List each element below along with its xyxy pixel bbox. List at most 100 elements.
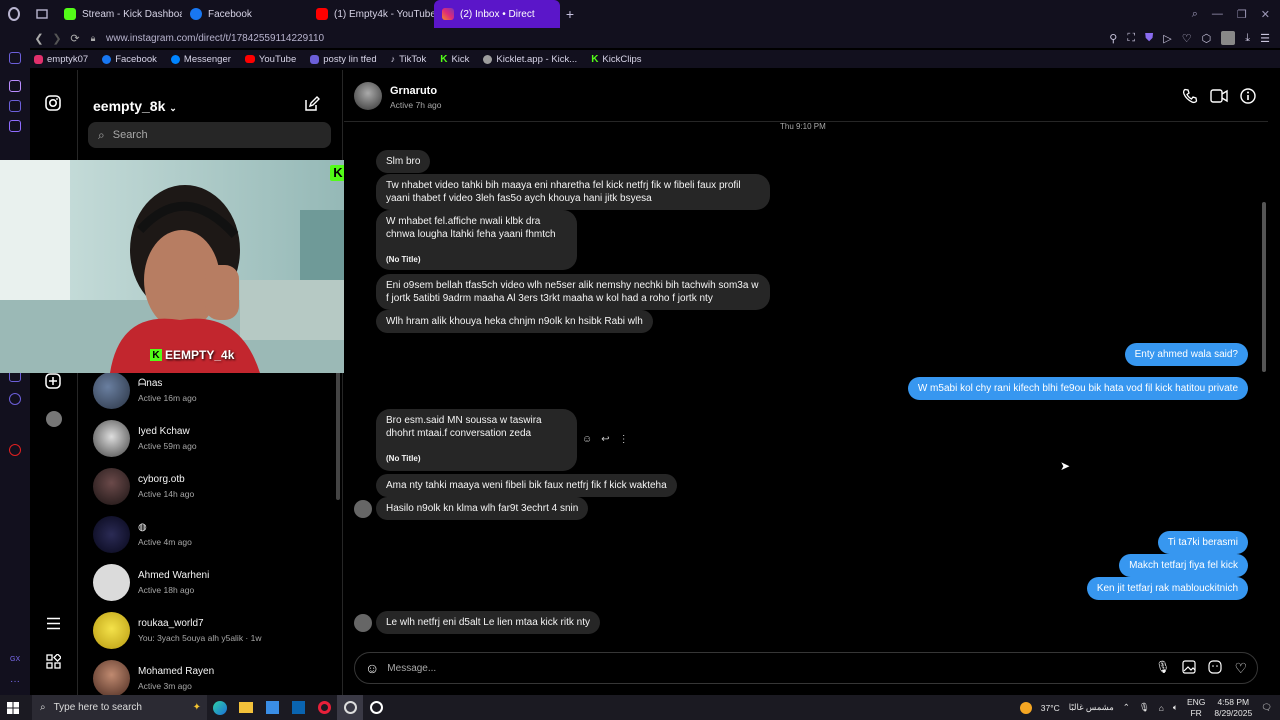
minimize-icon[interactable]: — — [1212, 8, 1223, 21]
bookmark-kicklet[interactable]: Kicklet.app - Kick... — [483, 54, 577, 65]
heart-icon[interactable]: ♡ — [1182, 32, 1192, 45]
weather-temp[interactable]: 37°C — [1041, 703, 1060, 713]
workspace-icon[interactable] — [9, 80, 21, 92]
bookmark-youtube[interactable]: YouTube — [244, 54, 296, 65]
info-icon[interactable] — [1240, 88, 1256, 104]
message-bubble[interactable]: Ama nty tahki maaya weni fibeli bik faux… — [376, 474, 677, 497]
conversation-item[interactable]: roukaa_world7 You: 3yach 5ouya alh y5alik… — [93, 606, 333, 654]
tab-kick-dashboard[interactable]: Stream - Kick Dashboard — [56, 0, 182, 28]
player-icon[interactable]: ▷ — [1163, 32, 1171, 45]
taskbar-search[interactable]: ⌕ Type here to search ✦ — [32, 695, 207, 720]
opera-logo-icon[interactable] — [0, 0, 28, 28]
contact-avatar[interactable] — [354, 82, 382, 110]
tab-youtube[interactable]: (1) Empty4k - YouTube — [308, 0, 434, 28]
clock[interactable]: 4:58 PM 8/29/2025 — [1214, 697, 1252, 719]
aria-icon[interactable] — [9, 52, 21, 64]
sent-message-bubble[interactable]: W m5abi kol chy rani kifech blhi fe9ou b… — [907, 377, 1248, 400]
message-bubble[interactable]: Eni o9sem bellah tfas5ch video wlh ne5se… — [376, 274, 770, 310]
like-heart-icon[interactable]: ♡ — [1234, 660, 1247, 677]
message-composer[interactable]: ☺ Message... 🎙︎ ♡ — [354, 652, 1258, 684]
emoji-icon[interactable]: ☺ — [365, 660, 379, 676]
instagram-logo-icon[interactable] — [45, 95, 61, 111]
bookmark-kickclips[interactable]: K KickClips — [591, 54, 641, 65]
record-icon[interactable] — [9, 444, 21, 456]
easy-setup-icon[interactable]: ☰ — [1260, 32, 1270, 45]
conversation-item[interactable]: Iyed Kchaw Active 59m ago — [93, 414, 333, 462]
download-icon[interactable]: ⤓ — [1245, 32, 1250, 45]
bookmark-messenger[interactable]: Messenger — [170, 54, 231, 65]
conversation-item[interactable]: cyborg.otb Active 14h ago — [93, 462, 333, 510]
sent-message-bubble[interactable]: Ken jit tetfarj rak mablouckitnich — [1086, 577, 1248, 600]
new-message-icon[interactable] — [304, 96, 320, 112]
more-icon[interactable]: ··· — [10, 676, 20, 687]
search-tabs-icon[interactable]: ⌕ — [1192, 8, 1198, 21]
video-call-icon[interactable] — [1210, 88, 1228, 104]
forward-icon[interactable]: ❯ — [48, 32, 66, 45]
new-tab-button[interactable]: + — [560, 6, 580, 22]
sticker-icon[interactable] — [1208, 659, 1223, 674]
profile-avatar-icon[interactable] — [1221, 31, 1236, 45]
more-options-icon[interactable]: ⋮ — [619, 434, 629, 445]
apps-icon[interactable] — [46, 654, 61, 669]
windows-start-icon[interactable] — [0, 695, 26, 720]
reload-icon[interactable]: ⟳ — [66, 32, 84, 45]
network-icon[interactable]: ⌂ — [1159, 703, 1164, 713]
tab-instagram-inbox[interactable]: (2) Inbox • Direct — [434, 0, 560, 28]
sent-message-bubble[interactable]: Ti ta7ki berasmi — [1157, 531, 1248, 554]
vpn-shield-icon[interactable]: ⛊ — [1145, 32, 1153, 45]
maximize-icon[interactable]: ❐ — [1237, 8, 1247, 21]
react-emoji-icon[interactable]: ☺ — [582, 434, 592, 445]
message-bubble[interactable]: Tw nhabet video tahki bih maaya eni nhar… — [376, 174, 770, 210]
message-bubble[interactable]: Wlh hram alik khouya heka chnjm n9olk kn… — [376, 310, 653, 333]
bookmark-facebook[interactable]: Facebook — [102, 54, 157, 65]
bookmark-emptyk07[interactable]: emptyk07 — [34, 54, 88, 65]
conversation-item[interactable]: Ahmed Warheni Active 18h ago — [93, 558, 333, 606]
pin-icon[interactable]: ⚲ — [1109, 32, 1117, 45]
volume-icon[interactable]: 🔈︎ — [1173, 702, 1178, 713]
conversation-item[interactable]: ◍ Active 4m ago — [93, 510, 333, 558]
sent-message-bubble[interactable]: Enty ahmed wala said? — [1124, 343, 1248, 366]
menu-icon[interactable] — [46, 617, 61, 630]
thread-scrollbar[interactable] — [1262, 202, 1266, 372]
chevron-up-icon[interactable]: ⌃ — [1123, 702, 1130, 713]
contact-name[interactable]: Grnaruto — [390, 85, 437, 97]
language-indicator[interactable]: ENG FR — [1187, 697, 1205, 719]
back-icon[interactable]: ❮ — [30, 32, 48, 45]
messenger-sidebar-icon[interactable] — [9, 120, 21, 132]
bookmark-kick[interactable]: K Kick — [440, 54, 469, 65]
notifications-icon[interactable]: 🗨︎ — [1261, 702, 1272, 713]
app-icon[interactable] — [363, 695, 389, 720]
snapshot-icon[interactable]: ⛶ — [1127, 32, 1135, 45]
extensions-icon[interactable]: ⬡ — [1202, 32, 1212, 45]
account-switcher[interactable]: eempty_8k ⌄ — [93, 98, 177, 114]
profile-avatar[interactable] — [46, 411, 62, 427]
create-icon[interactable] — [45, 373, 61, 389]
message-bubble[interactable]: Hasilo n9olk kn klma wlh far9t 3echrt 4 … — [376, 497, 589, 520]
scrollbar[interactable] — [336, 370, 340, 500]
phone-icon[interactable] — [1182, 88, 1198, 104]
tab-facebook[interactable]: Facebook — [182, 0, 308, 28]
store-icon[interactable] — [259, 695, 285, 720]
opera-icon[interactable] — [311, 695, 337, 720]
image-upload-icon[interactable] — [1182, 659, 1197, 674]
message-bubble[interactable]: Le wlh netfrj eni d5alt Le lien mtaa kic… — [376, 611, 600, 634]
microphone-icon[interactable]: 🎙︎ — [1155, 660, 1170, 677]
message-input[interactable]: Message... — [387, 663, 436, 674]
bookmark-posty[interactable]: posty lin tfed — [310, 54, 377, 65]
close-icon[interactable]: ✕ — [1261, 8, 1270, 21]
reply-icon[interactable]: ↩ — [601, 434, 609, 445]
microphone-tray-icon[interactable]: 🎙︎ — [1139, 702, 1150, 713]
message-bubble-with-attachment[interactable]: W mhabet fel.affiche nwali klbk dra chnw… — [376, 210, 577, 270]
conversation-item[interactable]: ᗩnas Active 16m ago — [93, 366, 333, 414]
url-field[interactable]: www.instagram.com/direct/t/1784255911422… — [106, 33, 324, 44]
outlook-icon[interactable] — [285, 695, 311, 720]
edge-icon[interactable] — [207, 695, 233, 720]
search-input[interactable]: ⌕ Search — [88, 122, 331, 148]
flow-icon[interactable] — [9, 100, 21, 112]
settings-icon[interactable] — [9, 393, 21, 405]
file-explorer-icon[interactable] — [233, 695, 259, 720]
sent-message-bubble[interactable]: Makch tetfarj fiya fel kick — [1119, 554, 1248, 577]
gx-icon[interactable]: GX — [10, 656, 20, 663]
opera-gx-icon[interactable] — [337, 695, 363, 720]
tab-menu-icon[interactable] — [28, 0, 56, 28]
